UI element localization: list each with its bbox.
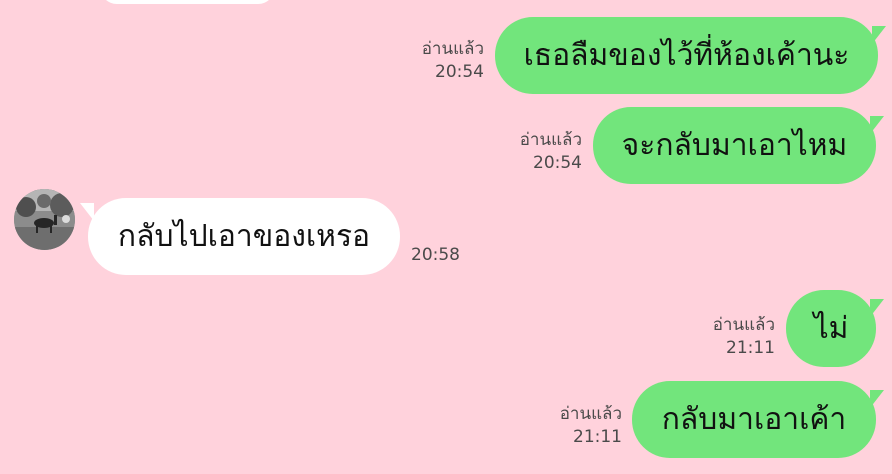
message-text: กลับมาเอาเค้า <box>661 402 847 437</box>
bubble-tail <box>870 116 884 134</box>
message-time: 21:11 <box>726 338 775 358</box>
message-time: 20:54 <box>533 153 582 173</box>
message-meta: อ่านแล้ว 21:11 <box>713 314 775 360</box>
message-time: 20:54 <box>435 62 484 82</box>
avatar-photo-icon <box>14 189 75 250</box>
message-time: 20:58 <box>411 245 460 265</box>
previous-message-bubble[interactable] <box>100 0 275 4</box>
message-text: เธอลืมของไว้ที่ห้องเค้านะ <box>523 38 850 73</box>
message-meta: อ่านแล้ว 20:54 <box>520 129 582 175</box>
message-text: จะกลับมาเอาไหม <box>621 128 848 163</box>
outgoing-message-bubble[interactable]: จะกลับมาเอาไหม <box>593 107 876 184</box>
bubble-tail <box>870 299 884 317</box>
chat-area[interactable]: อ่านแล้ว 20:54 เธอลืมของไว้ที่ห้องเค้านะ… <box>0 0 892 474</box>
read-receipt: อ่านแล้ว <box>712 315 775 335</box>
message-time: 21:11 <box>573 427 622 447</box>
bubble-tail <box>872 26 886 44</box>
incoming-message-bubble[interactable]: กลับไปเอาของเหรอ <box>88 198 400 275</box>
read-receipt: อ่านแล้ว <box>421 39 484 59</box>
read-receipt: อ่านแล้ว <box>559 404 622 424</box>
message-meta: อ่านแล้ว 21:11 <box>560 403 622 449</box>
outgoing-message-bubble[interactable]: ไม่ <box>786 290 876 367</box>
outgoing-message-bubble[interactable]: กลับมาเอาเค้า <box>632 381 876 458</box>
message-text: ไม่ <box>813 311 849 346</box>
message-meta: อ่านแล้ว 20:54 <box>422 38 484 84</box>
bubble-tail <box>870 390 884 408</box>
message-text: กลับไปเอาของเหรอ <box>117 219 371 254</box>
outgoing-message-bubble[interactable]: เธอลืมของไว้ที่ห้องเค้านะ <box>495 17 878 94</box>
contact-avatar[interactable] <box>14 189 75 250</box>
read-receipt: อ่านแล้ว <box>519 130 582 150</box>
